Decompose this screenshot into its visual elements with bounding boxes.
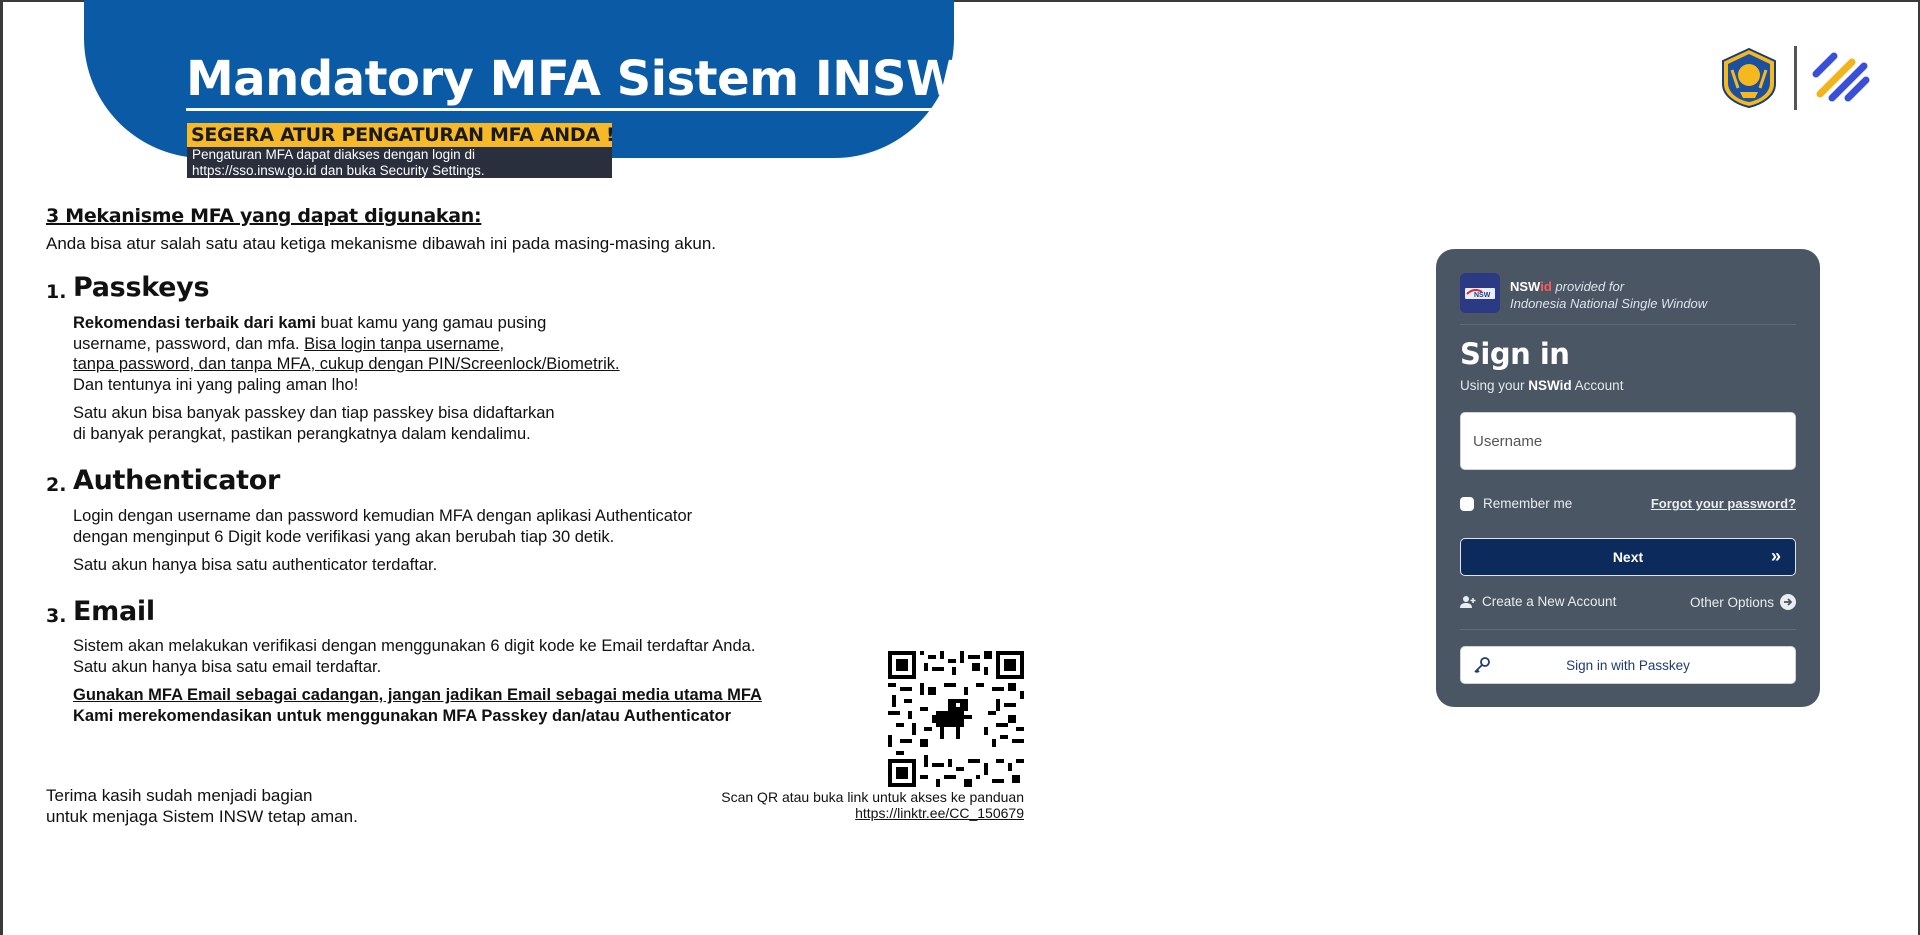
other-options-label: Other Options [1689,594,1774,610]
mechanism-number: 3. [46,605,67,627]
email-warning-underline: Gunakan MFA Email sebagai cadangan, jang… [73,686,762,704]
add-user-icon [1460,595,1476,608]
next-button[interactable]: Next » [1460,538,1796,576]
qr-caption: Scan QR atau buka link untuk akses ke pa… [721,789,1024,805]
remember-me-label: Remember me [1483,496,1573,511]
card-divider [1460,324,1796,325]
guide-link[interactable]: https://linktr.ee/CC_150679 [721,805,1024,821]
passkeys-para2: Satu akun bisa banyak passkey dan tiap p… [73,403,555,444]
email-description: Sistem akan melakukan verifikasi dengan … [73,636,755,677]
passkeys-description: Rekomendasi terbaik dari kami buat kamu … [73,313,620,395]
banner-note-line2: https://sso.insw.go.id dan buka Security… [192,163,485,178]
brand-provided: provided for [1551,279,1625,294]
passkeys-line4: Dan tentunya ini yang paling aman lho! [73,375,359,394]
logo-divider [1794,46,1797,110]
email-line2: Satu akun hanya bisa satu email terdafta… [73,657,382,676]
email-warning: Gunakan MFA Email sebagai cadangan, jang… [73,685,762,726]
mechanism-title-authenticator: Authenticator [73,465,281,496]
other-options-link[interactable]: Other Options [1690,594,1796,610]
email-line1: Sistem akan melakukan verifikasi dengan … [73,637,756,655]
authenticator-line3: Satu akun hanya bisa satu authenticator … [73,556,438,574]
passkeys-line2-plain: username, password, dan mfa. [73,334,305,353]
banner-subtitle-box: SEGERA ATUR PENGATURAN MFA ANDA ! Pengat… [187,123,615,178]
kemenkeu-logo [1722,48,1776,108]
thanks-message: Terima kasih sudah menjadi bagian untuk … [46,785,358,827]
window-frame-left [0,0,3,935]
forgot-password-link[interactable]: Forgot your password? [1651,496,1796,511]
qr-caption-block: Scan QR atau buka link untuk akses ke pa… [721,789,1024,821]
create-account-link[interactable]: Create a New Account [1460,594,1616,609]
create-account-label: Create a New Account [1482,594,1617,609]
checkbox-box[interactable] [1460,496,1474,511]
mechanism-title-email: Email [73,596,155,627]
brand-text: NSWid provided for Indonesia National Si… [1510,278,1707,312]
email-recommendation: Kami merekomendasikan untuk menggunakan … [73,706,732,725]
passkeys-line3-underline: tanpa password, dan tanpa MFA, cukup den… [73,355,620,373]
authenticator-line1: Login dengan username dan password kemud… [73,507,693,525]
username-input[interactable] [1460,412,1796,470]
mfa-section-intro: Anda bisa atur salah satu atau ketiga me… [46,234,717,253]
passkeys-line1-rest: buat kamu yang gamau pusing [316,314,547,332]
banner-title: Mandatory MFA Sistem INSW [186,50,959,111]
sign-in-card: NSW NSWid provided for Indonesia Nationa… [1436,249,1820,707]
subtitle-brand: NSWid [1528,378,1572,393]
arrow-right-circle-icon [1780,594,1796,610]
mfa-section-heading: 3 Mekanisme MFA yang dapat digunakan: [46,205,482,227]
brand-nsw: NSW [1510,279,1541,294]
passkey-sign-in-button[interactable]: Sign in with Passkey [1460,646,1796,684]
passkeys-para2-line2: di banyak perangkat, pastikan perangkatn… [73,424,531,443]
subtitle-pre: Using your [1460,378,1529,393]
banner-highlight: SEGERA ATUR PENGATURAN MFA ANDA ! [187,123,615,147]
authenticator-description: Login dengan username dan password kemud… [73,506,692,547]
brand-line2: Indonesia National Single Window [1510,296,1708,311]
authenticator-line2: dengan menginput 6 Digit kode verifikasi… [73,527,615,546]
double-chevron-right-icon: » [1770,546,1781,566]
thanks-line2: untuk menjaga Sistem INSW tetap aman. [46,807,358,826]
passkey-button-label: Sign in with Passkey [1566,657,1690,673]
mechanism-number: 1. [46,281,67,303]
thanks-line1: Terima kasih sudah menjadi bagian [46,786,313,805]
insw-logo [1812,52,1870,102]
passkeys-para2-line1: Satu akun bisa banyak passkey dan tiap p… [73,404,555,422]
passkeys-bold-lead: Rekomendasi terbaik dari kami [73,314,317,332]
subtitle-post: Account [1571,378,1624,393]
svg-text:NSW: NSW [1474,292,1491,299]
sign-in-subtitle: Using your NSWid Account [1460,378,1623,393]
brand-id: id [1540,279,1552,294]
qr-code[interactable] [888,651,1024,787]
sign-in-title: Sign in [1460,337,1570,371]
passkeys-line2-underline: Bisa login tanpa username, [304,334,505,353]
card-divider [1460,629,1796,630]
key-icon [1474,657,1490,674]
banner-note-line1: Pengaturan MFA dapat diakses dengan logi… [192,147,475,162]
mechanism-number: 2. [46,474,67,496]
nsw-brand-logo: NSW [1460,273,1500,313]
next-button-label: Next [1612,549,1644,565]
remember-me-checkbox[interactable]: Remember me [1460,496,1572,511]
mechanism-title-passkeys: Passkeys [73,272,210,303]
